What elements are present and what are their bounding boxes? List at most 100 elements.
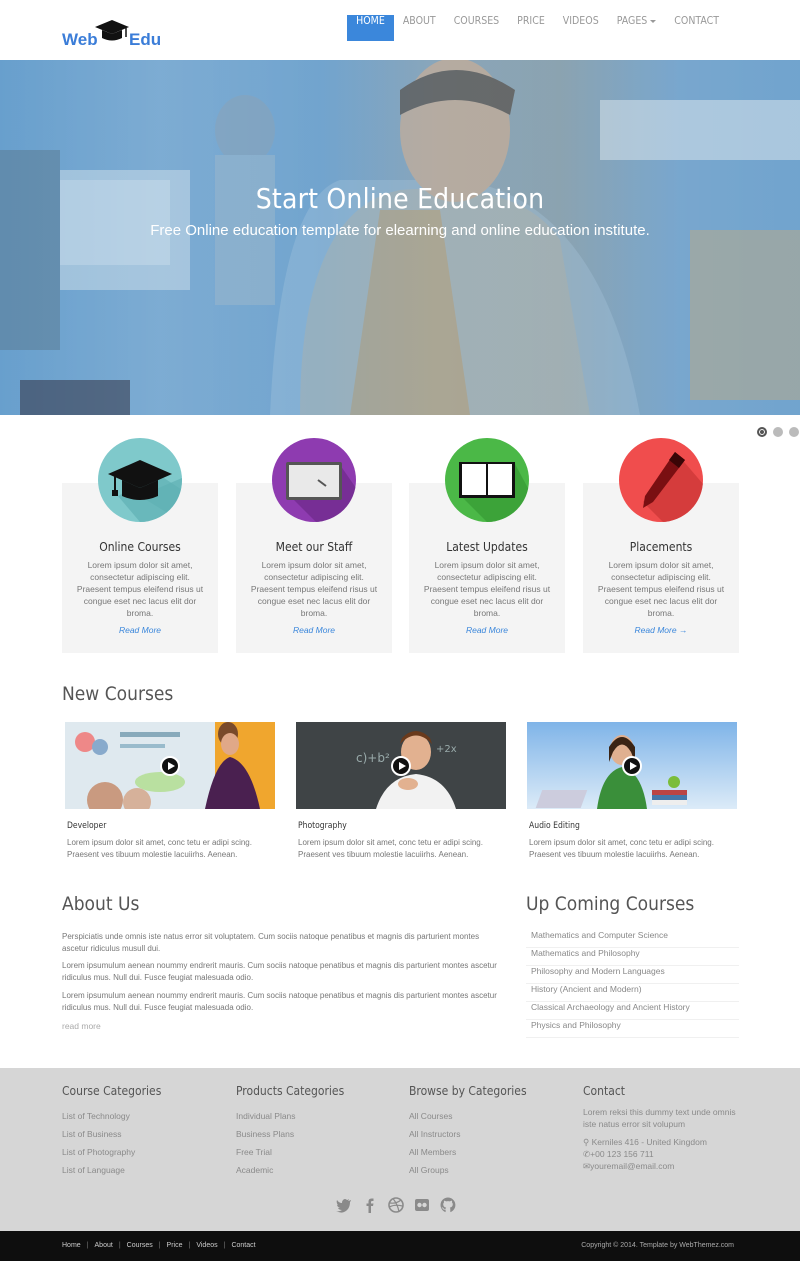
- caret-down-icon: [650, 19, 657, 23]
- play-icon[interactable]: [160, 756, 180, 776]
- graduation-cap-icon: [98, 438, 182, 522]
- footer-link[interactable]: All Instructors: [409, 1125, 569, 1143]
- flickr-icon[interactable]: [413, 1196, 431, 1214]
- bottom-link-about[interactable]: About: [95, 1242, 113, 1249]
- logo-text-edu: Edu: [129, 30, 162, 49]
- upcoming-course-item[interactable]: Philosophy and Modern Languages: [526, 966, 739, 984]
- course-thumbnail[interactable]: c)+b² +2x: [296, 722, 506, 809]
- nav-pages-label: PAGES: [616, 15, 648, 27]
- separator: |: [188, 1242, 191, 1249]
- dribbble-icon[interactable]: [387, 1196, 405, 1214]
- feature-text: Lorem ipsum dolor sit amet, consectetur …: [250, 560, 378, 618]
- upcoming-course-item[interactable]: History (Ancient and Modern): [526, 984, 739, 1002]
- footer-link[interactable]: Free Trial: [236, 1143, 396, 1161]
- bottom-link-videos[interactable]: Videos: [196, 1242, 217, 1249]
- footer-link[interactable]: List of Photography: [62, 1143, 222, 1161]
- footer-column-title: Contact: [583, 1084, 625, 1098]
- copyright-text: Copyright © 2014. Template by WebThemez.…: [581, 1242, 734, 1249]
- site-header: Web Edu HOME ABOUT COURSES PRICE VIDEOS …: [0, 0, 800, 60]
- contact-address-text: Kerniles 416 - United Kingdom: [591, 1137, 707, 1147]
- read-more-link[interactable]: Read More: [62, 625, 218, 635]
- footer-link[interactable]: Individual Plans: [236, 1107, 396, 1125]
- svg-text:+2x: +2x: [436, 744, 457, 755]
- about-heading: About Us: [62, 893, 140, 915]
- course-text: Lorem ipsum dolor sit amet, conc tetu er…: [67, 838, 252, 859]
- footer-link[interactable]: All Courses: [409, 1107, 569, 1125]
- course-text: Lorem ipsum dolor sit amet, conc tetu er…: [529, 838, 714, 859]
- contact-phone: ✆+00 123 156 711: [583, 1148, 743, 1160]
- site-footer: Course Categories List of Technology Lis…: [0, 1068, 800, 1231]
- separator: |: [86, 1242, 89, 1249]
- footer-link[interactable]: All Groups: [409, 1161, 569, 1179]
- read-more-link[interactable]: Read More: [236, 625, 392, 635]
- play-icon[interactable]: [391, 756, 411, 776]
- nav-contact[interactable]: CONTACT: [665, 15, 728, 41]
- slider-dot-2[interactable]: [773, 427, 783, 437]
- feature-text: Lorem ipsum dolor sit amet, consectetur …: [423, 560, 551, 618]
- course-title: Audio Editing: [529, 821, 580, 831]
- upcoming-course-item[interactable]: Physics and Philosophy: [526, 1020, 739, 1038]
- feature-title: Online Courses: [99, 540, 181, 554]
- new-courses-heading: New Courses: [62, 683, 174, 705]
- slider-dot-1[interactable]: [757, 427, 767, 437]
- nav-videos[interactable]: VIDEOS: [554, 15, 608, 41]
- contact-phone-text: +00 123 156 711: [590, 1149, 654, 1159]
- upcoming-course-item[interactable]: Classical Archaeology and Ancient Histor…: [526, 1002, 739, 1020]
- hero-slider: Start Online Education Free Online educa…: [0, 60, 800, 415]
- github-icon[interactable]: [439, 1196, 457, 1214]
- footer-link[interactable]: Business Plans: [236, 1125, 396, 1143]
- footer-column-title: Products Categories: [236, 1084, 345, 1098]
- whiteboard-icon: [272, 438, 356, 522]
- read-more-link[interactable]: Read More: [409, 625, 565, 635]
- bottom-nav: Home | About | Courses | Price | Videos | Con…: [62, 1242, 256, 1249]
- nav-about[interactable]: ABOUT: [394, 15, 445, 41]
- nav-home[interactable]: HOME: [347, 15, 394, 41]
- footer-contact: Contact Lorem reksi this dummy text unde…: [583, 1084, 743, 1172]
- course-thumbnail[interactable]: [65, 722, 275, 809]
- nav-courses[interactable]: COURSES: [445, 15, 508, 41]
- hero-title: Start Online Education: [255, 182, 545, 215]
- feature-placements: Placements Lorem ipsum dolor sit amet, c…: [583, 438, 739, 653]
- social-links: [335, 1196, 457, 1214]
- feature-title: Latest Updates: [446, 540, 528, 554]
- footer-link[interactable]: List of Business: [62, 1125, 222, 1143]
- bottom-link-home[interactable]: Home: [62, 1242, 81, 1249]
- course-text: Lorem ipsum dolor sit amet, conc tetu er…: [298, 838, 483, 859]
- graduation-cap-logo-icon: [95, 20, 129, 41]
- play-icon[interactable]: [622, 756, 642, 776]
- slider-dot-3[interactable]: [789, 427, 799, 437]
- course-title: Photography: [298, 821, 347, 831]
- contact-address: ⚲ Kerniles 416 - United Kingdom: [583, 1136, 743, 1148]
- upcoming-course-item[interactable]: Mathematics and Philosophy: [526, 948, 739, 966]
- course-card-photography: c)+b² +2x Photography Lorem ipsum dolor …: [296, 722, 506, 860]
- pen-icon: [619, 438, 703, 522]
- read-more-link[interactable]: Read More →: [583, 625, 739, 635]
- twitter-icon[interactable]: [335, 1196, 353, 1214]
- course-thumbnail[interactable]: [527, 722, 737, 809]
- facebook-icon[interactable]: [361, 1196, 379, 1214]
- about-paragraph: Lorem ipsumulum aenean noummy endrerit m…: [62, 991, 497, 1012]
- about-read-more-link[interactable]: read more: [62, 1021, 101, 1031]
- bottom-link-contact[interactable]: Contact: [231, 1242, 255, 1249]
- upcoming-course-item[interactable]: Mathematics and Computer Science: [526, 930, 739, 948]
- separator: |: [158, 1242, 161, 1249]
- footer-course-categories: Course Categories List of Technology Lis…: [62, 1084, 222, 1179]
- feature-meet-staff: Meet our Staff Lorem ipsum dolor sit ame…: [236, 438, 392, 653]
- footer-link[interactable]: All Members: [409, 1143, 569, 1161]
- slider-pagination: [757, 427, 799, 437]
- nav-pages[interactable]: PAGES: [608, 15, 666, 41]
- contact-email[interactable]: ✉youremail@email.com: [583, 1160, 743, 1172]
- bottom-link-price[interactable]: Price: [167, 1242, 183, 1249]
- footer-column-title: Course Categories: [62, 1084, 162, 1098]
- footer-link[interactable]: List of Technology: [62, 1107, 222, 1125]
- course-title: Developer: [67, 821, 107, 831]
- feature-title: Meet our Staff: [275, 540, 353, 554]
- footer-link[interactable]: List of Language: [62, 1161, 222, 1179]
- book-icon: [445, 438, 529, 522]
- footer-link[interactable]: Academic: [236, 1161, 396, 1179]
- feature-title: Placements: [629, 540, 693, 554]
- upcoming-course-list: Mathematics and Computer Science Mathema…: [526, 930, 739, 1038]
- bottom-link-courses[interactable]: Courses: [127, 1242, 153, 1249]
- nav-price[interactable]: PRICE: [508, 15, 554, 41]
- footer-column-title: Browse by Categories: [409, 1084, 527, 1098]
